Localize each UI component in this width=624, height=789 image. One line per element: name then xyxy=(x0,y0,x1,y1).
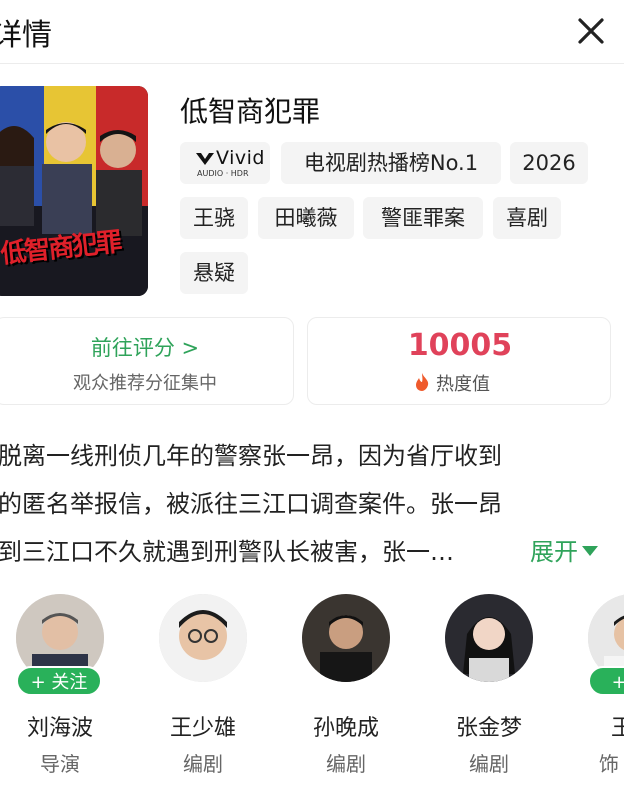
avatar xyxy=(445,594,533,682)
synopsis-line: 到三江口不久就遇到刑警队长被害，张一… xyxy=(0,538,454,566)
person-role: 编剧 xyxy=(183,752,223,776)
synopsis-line: 的匿名举报信，被派往三江口调查案件。张一昂 xyxy=(0,490,502,518)
tag-item[interactable]: 喜剧 xyxy=(493,197,561,239)
rating-card[interactable]: 前往评分 > 观众推荐分征集中 xyxy=(0,317,294,405)
person-role: 饰 张 xyxy=(598,752,624,776)
heat-card[interactable]: 10005 热度值 xyxy=(307,317,611,405)
person-name: 刘海波 xyxy=(26,716,93,741)
go-rate-link[interactable]: 前往评分 > xyxy=(0,332,295,362)
person-card[interactable]: + 关注 刘海波 导演 xyxy=(0,590,120,789)
person-name: 王 xyxy=(610,716,624,741)
person-name: 王少雄 xyxy=(169,716,236,741)
year-badge: 2026 xyxy=(510,142,588,184)
person-name: 孙晚成 xyxy=(312,716,379,741)
person-card[interactable]: 孙晚成 编剧 xyxy=(286,590,406,789)
expand-label: 展开 xyxy=(530,538,578,566)
person-role: 导演 xyxy=(40,752,80,776)
header-bar: 详情 xyxy=(0,0,624,64)
tag-item[interactable]: 田曦薇 xyxy=(258,197,354,239)
person-card[interactable]: 张金梦 编剧 xyxy=(429,590,549,789)
vivid-badge: Vivid AUDIO · HDR xyxy=(180,142,270,184)
rating-subtitle: 观众推荐分征集中 xyxy=(73,373,217,394)
heat-label: 热度值 xyxy=(436,374,490,395)
vivid-sublabel: AUDIO · HDR xyxy=(197,169,249,178)
fire-icon xyxy=(416,373,429,391)
expand-button[interactable]: 展开 xyxy=(530,532,598,566)
person-role: 编剧 xyxy=(469,752,509,776)
tag-item[interactable]: 王骁 xyxy=(180,197,248,239)
person-name: 张金梦 xyxy=(455,716,522,741)
heat-value: 10005 xyxy=(407,328,513,363)
close-icon[interactable] xyxy=(572,12,610,50)
synopsis-line: 脱离一线刑侦几年的警察张一昂，因为省厅收到 xyxy=(0,442,502,470)
caret-down-icon xyxy=(582,546,598,556)
vivid-label: Vivid xyxy=(216,147,265,169)
follow-button[interactable]: + 关注 xyxy=(16,666,102,696)
tag-item[interactable]: 警匪罪案 xyxy=(363,197,483,239)
person-card[interactable]: + 关 王 饰 张 xyxy=(572,590,624,789)
page-title: 详情 xyxy=(0,18,52,53)
tag-item[interactable]: 悬疑 xyxy=(180,252,248,294)
follow-button[interactable]: + 关 xyxy=(588,666,624,696)
vivid-logo-icon xyxy=(196,153,214,165)
show-title: 低智商犯罪 xyxy=(180,95,321,128)
chart-rank-badge[interactable]: 电视剧热播榜No.1 xyxy=(281,142,501,184)
avatar xyxy=(302,594,390,682)
person-role: 编剧 xyxy=(326,752,366,776)
person-card[interactable]: 王少雄 编剧 xyxy=(143,590,263,789)
avatar xyxy=(159,594,247,682)
